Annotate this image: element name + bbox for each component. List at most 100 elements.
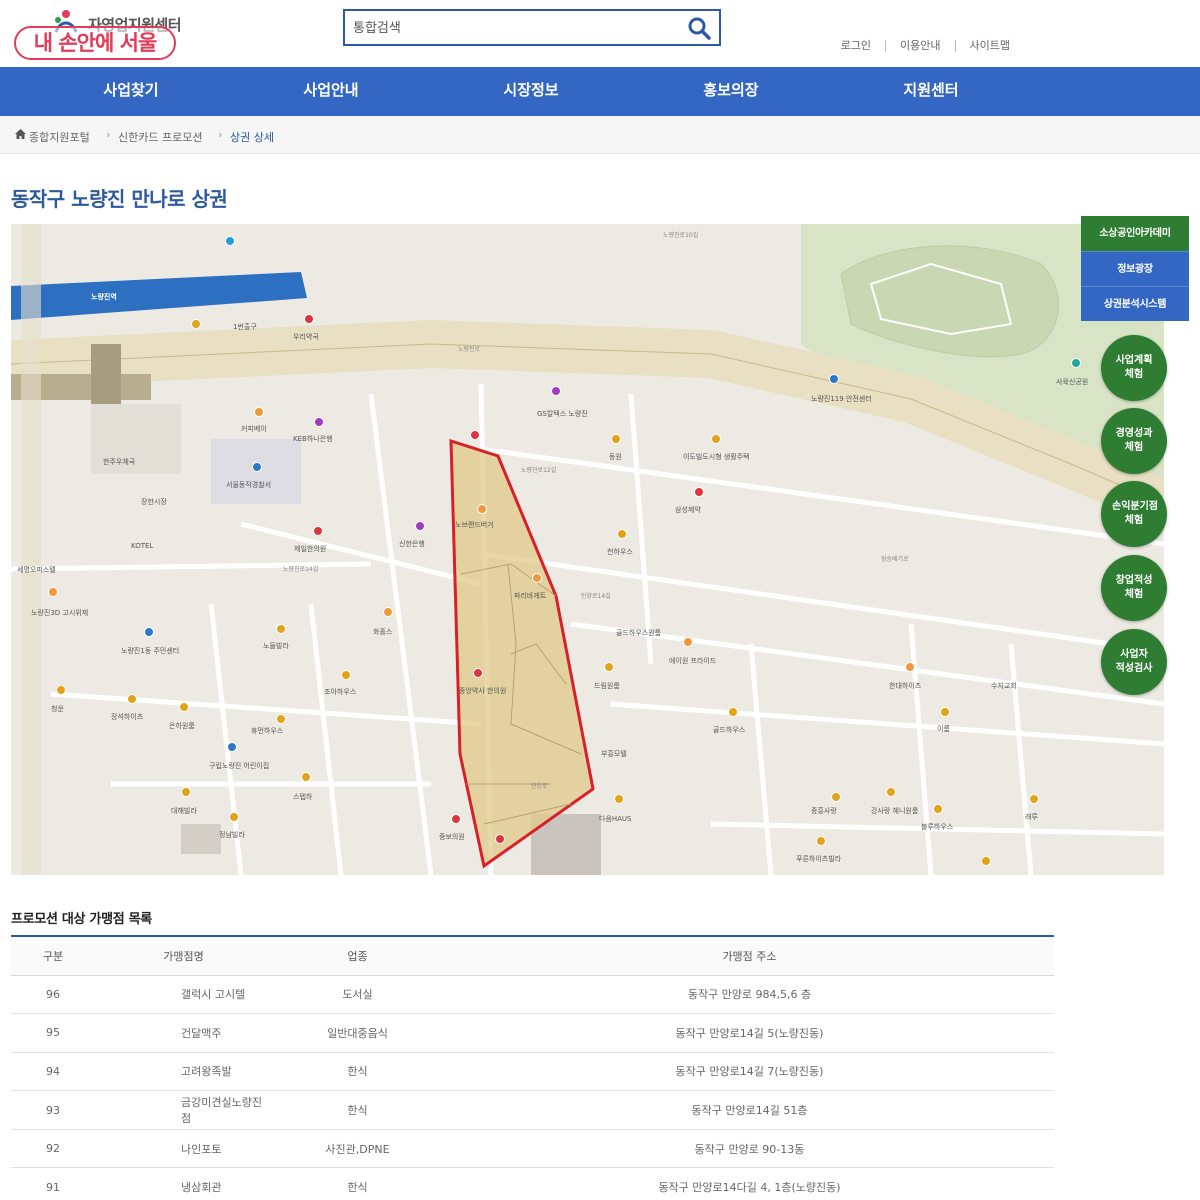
owner-aptitude-button[interactable]: 사업자 적성검사 bbox=[1101, 629, 1167, 695]
side-panel: 소상공인아카데미 정보광장 상권분석시스템 bbox=[1081, 216, 1189, 321]
table-row[interactable]: 96 갤럭시 고시텔 도서실 동작구 만양로 984,5,6 층 bbox=[11, 975, 1054, 1015]
map-pin-icon[interactable] bbox=[383, 607, 393, 617]
map-pin-icon[interactable] bbox=[227, 742, 237, 752]
map-pin-icon[interactable] bbox=[604, 662, 614, 672]
map-pin-icon[interactable] bbox=[415, 521, 425, 531]
map-pin-icon[interactable] bbox=[711, 434, 721, 444]
table-row[interactable]: 91 냉삼회관 한식 동작구 만양로14다길 4, 1층(노량진동) bbox=[11, 1167, 1054, 1200]
map-label: 세명오피스텔 bbox=[17, 566, 56, 574]
map-pin-icon[interactable] bbox=[477, 504, 487, 514]
map-pin-icon[interactable] bbox=[940, 707, 950, 717]
login-link[interactable]: 로그인 bbox=[827, 40, 885, 52]
map-pin-icon[interactable] bbox=[179, 702, 189, 712]
list-title: 프로모션 대상 가맹점 목록 bbox=[11, 912, 152, 927]
map-pin-icon[interactable] bbox=[981, 856, 991, 866]
nav-item-find-business[interactable]: 사업찾기 bbox=[31, 67, 231, 116]
map-pin-icon[interactable] bbox=[276, 714, 286, 724]
map-label: 푸른하이츠빌라 bbox=[796, 855, 842, 863]
map-pin-icon[interactable] bbox=[301, 772, 311, 782]
map-pin-icon[interactable] bbox=[341, 670, 351, 680]
map-label: 조아하우스 bbox=[324, 688, 357, 696]
map-label: 이룸 bbox=[937, 725, 950, 733]
page-title: 동작구 노량진 만나로 상권 bbox=[11, 187, 228, 211]
map-pin-icon[interactable] bbox=[831, 792, 841, 802]
map-pin-icon[interactable] bbox=[191, 319, 201, 329]
map-label-station: 노량진역 bbox=[91, 293, 117, 301]
map-pin-icon[interactable] bbox=[181, 787, 191, 797]
break-even-button[interactable]: 손익분기점 체험 bbox=[1101, 481, 1167, 547]
breadcrumb-item-current: 상권 상세 bbox=[230, 131, 274, 144]
cell-address: 동작구 만양로14길 51층 bbox=[445, 1090, 1054, 1130]
map-pin-icon[interactable] bbox=[304, 314, 314, 324]
map-pin-icon[interactable] bbox=[252, 462, 262, 472]
map-label: 골드하우스 bbox=[713, 726, 746, 734]
map-pin-icon[interactable] bbox=[933, 804, 943, 814]
nav-item-market-info[interactable]: 시장정보 bbox=[431, 67, 631, 116]
map-label: 중흥사랑 bbox=[811, 807, 837, 815]
map-label: 이도빌도시형 생활주택 bbox=[683, 453, 750, 461]
map-pin-icon[interactable] bbox=[473, 668, 483, 678]
map-label: KOTEL bbox=[131, 542, 154, 550]
breadcrumb-separator-icon: › bbox=[106, 128, 111, 141]
cell-type: 일반대중음식 bbox=[270, 1013, 445, 1053]
map-pin-icon[interactable] bbox=[1071, 358, 1081, 368]
map-pin-icon[interactable] bbox=[254, 407, 264, 417]
nav-item-support-center[interactable]: 지원센터 bbox=[831, 67, 1031, 116]
map-label: GS칼텍스 노량진 bbox=[537, 410, 588, 418]
map-pin-icon[interactable] bbox=[617, 529, 627, 539]
map-pin-icon[interactable] bbox=[276, 624, 286, 634]
cell-no: 93 bbox=[11, 1090, 95, 1130]
map-pin-icon[interactable] bbox=[532, 573, 542, 583]
map-pin-icon[interactable] bbox=[495, 834, 505, 844]
management-result-button[interactable]: 경영성과 체험 bbox=[1101, 408, 1167, 474]
table-row[interactable]: 92 나인포토 사진관,DPNE 동작구 만양로 90-13동 bbox=[11, 1129, 1054, 1169]
map-pin-icon[interactable] bbox=[451, 814, 461, 824]
search-icon[interactable] bbox=[685, 15, 713, 41]
table-row[interactable]: 93 금강미견실노량진점 한식 동작구 만양로14길 51층 bbox=[11, 1090, 1054, 1130]
guide-link[interactable]: 이용안내 bbox=[885, 40, 954, 52]
trade-analysis-button[interactable]: 상권분석시스템 bbox=[1081, 286, 1189, 321]
nav-item-promotion[interactable]: 홍보의장 bbox=[631, 67, 831, 116]
district-map[interactable]: 노량진역 1번출구 우리약국 GS칼텍스 노량진 노량진119 안전센터 사육신… bbox=[11, 224, 1164, 875]
search-input[interactable] bbox=[353, 18, 673, 38]
map-pin-icon[interactable] bbox=[728, 707, 738, 717]
academy-button[interactable]: 소상공인아카데미 bbox=[1081, 216, 1189, 251]
nav-item-business-guide[interactable]: 사업안내 bbox=[231, 67, 431, 116]
map-pin-icon[interactable] bbox=[144, 627, 154, 637]
table-row[interactable]: 94 고려왕족발 한식 동작구 만양로14길 7(노량진동) bbox=[11, 1052, 1054, 1092]
map-pin-icon[interactable] bbox=[905, 662, 915, 672]
map-pin-icon[interactable] bbox=[56, 685, 66, 695]
map-label: 사육신공원 bbox=[1056, 378, 1089, 386]
map-label: 삼성제약 bbox=[675, 506, 701, 514]
map-pin-icon[interactable] bbox=[683, 637, 693, 647]
map-pin-icon[interactable] bbox=[314, 417, 324, 427]
cell-name: 고려왕족발 bbox=[95, 1052, 270, 1092]
table-row[interactable]: 95 건달맥주 일반대중음식 동작구 만양로14길 5(노량진동) bbox=[11, 1013, 1054, 1053]
sitemap-link[interactable]: 사이트맵 bbox=[954, 40, 1024, 52]
map-pin-icon[interactable] bbox=[611, 434, 621, 444]
map-pin-icon[interactable] bbox=[313, 526, 323, 536]
map-pin-icon[interactable] bbox=[225, 236, 235, 246]
info-plaza-button[interactable]: 정보광장 bbox=[1081, 251, 1189, 286]
map-pin-icon[interactable] bbox=[127, 694, 137, 704]
map-label: 휴먼하우스 bbox=[251, 727, 284, 735]
map-label: 우리약국 bbox=[293, 333, 319, 341]
map-pin-icon[interactable] bbox=[1029, 794, 1039, 804]
map-canvas bbox=[11, 224, 1164, 875]
cell-type: 사진관,DPNE bbox=[270, 1129, 445, 1169]
map-pin-icon[interactable] bbox=[694, 487, 704, 497]
home-icon[interactable] bbox=[15, 129, 26, 139]
breadcrumb-item-portal[interactable]: 종합지원포털 bbox=[29, 129, 90, 145]
map-pin-icon[interactable] bbox=[886, 787, 896, 797]
breadcrumb-item-promotion[interactable]: 신한카드 프로모션 bbox=[118, 129, 202, 145]
business-plan-button[interactable]: 사업계획 체험 bbox=[1101, 335, 1167, 401]
map-pin-icon[interactable] bbox=[816, 836, 826, 846]
map-pin-icon[interactable] bbox=[470, 430, 480, 440]
map-pin-icon[interactable] bbox=[551, 386, 561, 396]
startup-aptitude-button[interactable]: 창업적성 체험 bbox=[1101, 555, 1167, 621]
column-header-address: 가맹점 주소 bbox=[445, 936, 1054, 976]
map-pin-icon[interactable] bbox=[614, 794, 624, 804]
map-pin-icon[interactable] bbox=[229, 812, 239, 822]
map-pin-icon[interactable] bbox=[48, 587, 58, 597]
map-pin-icon[interactable] bbox=[829, 374, 839, 384]
